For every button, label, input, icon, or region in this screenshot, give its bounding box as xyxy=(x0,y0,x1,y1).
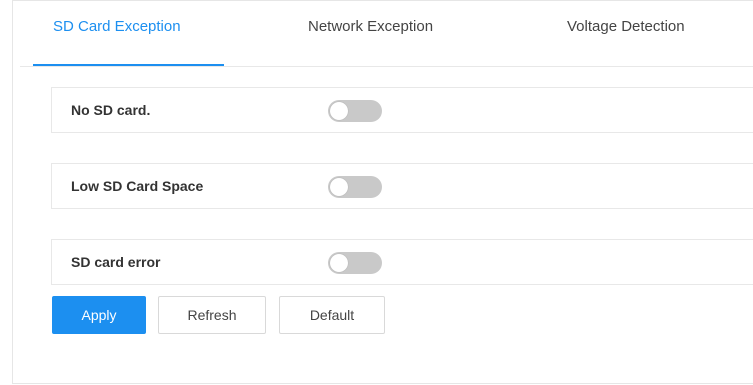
low-sd-card-space-toggle[interactable] xyxy=(328,176,382,198)
no-sd-card-label: No SD card. xyxy=(71,102,151,118)
toggle-knob xyxy=(330,102,348,120)
toggle-knob xyxy=(330,254,348,272)
low-sd-card-space-row: Low SD Card Space xyxy=(51,163,753,209)
tab-network-exception[interactable]: Network Exception xyxy=(308,18,433,35)
tab-sd-card-exception[interactable]: SD Card Exception xyxy=(53,18,181,35)
no-sd-card-row: No SD card. xyxy=(51,87,753,133)
toggle-knob xyxy=(330,178,348,196)
no-sd-card-toggle[interactable] xyxy=(328,100,382,122)
default-button[interactable]: Default xyxy=(279,296,385,334)
sd-card-error-toggle[interactable] xyxy=(328,252,382,274)
sd-card-error-row: SD card error xyxy=(51,239,753,285)
low-sd-card-space-label: Low SD Card Space xyxy=(71,178,204,194)
active-tab-indicator xyxy=(33,64,224,66)
refresh-button[interactable]: Refresh xyxy=(158,296,266,334)
apply-button[interactable]: Apply xyxy=(52,296,146,334)
tab-voltage-detection[interactable]: Voltage Detection xyxy=(567,18,685,35)
sd-card-error-label: SD card error xyxy=(71,254,161,270)
